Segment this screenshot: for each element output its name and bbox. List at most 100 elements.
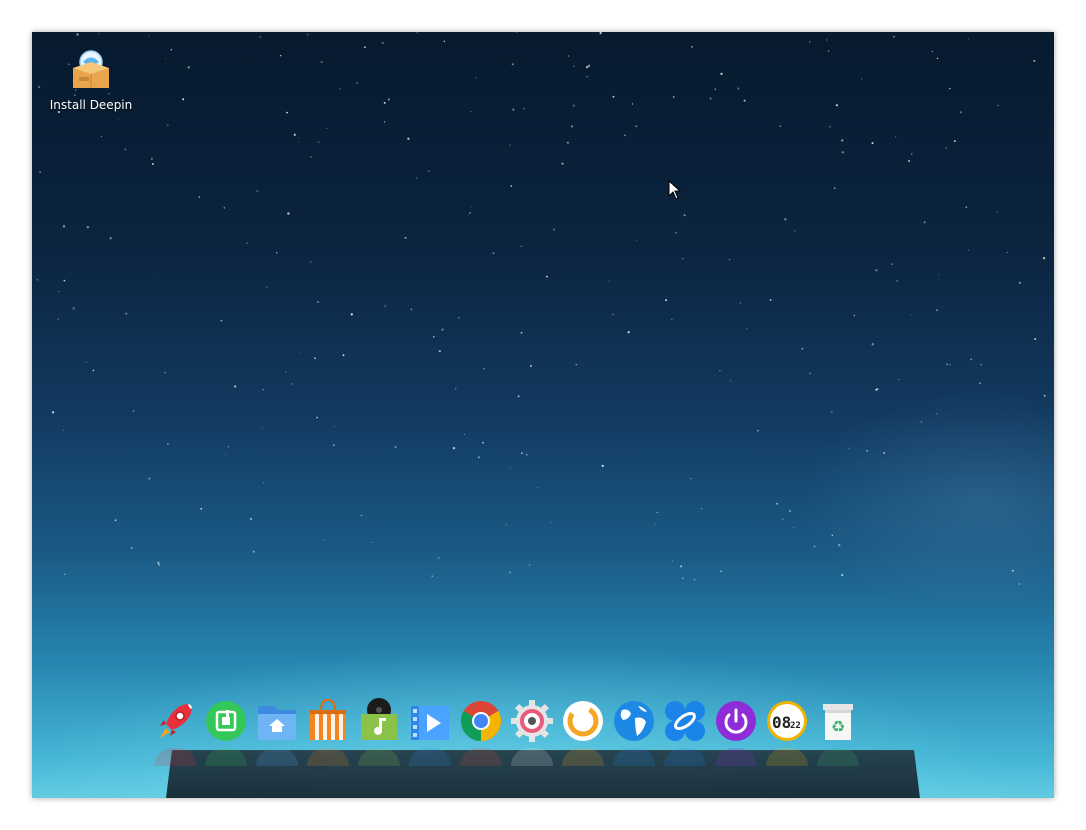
dock-item-remote-assistance[interactable] — [664, 698, 706, 744]
star — [682, 577, 684, 580]
dock-item-control-center[interactable] — [511, 698, 553, 744]
star — [198, 196, 201, 198]
star — [573, 65, 575, 68]
star — [936, 309, 938, 311]
star — [566, 141, 569, 144]
star — [835, 104, 839, 107]
star — [946, 363, 948, 365]
dock-reflection — [154, 748, 859, 766]
star — [471, 206, 473, 208]
star — [938, 274, 940, 276]
star — [896, 279, 899, 282]
star — [529, 365, 532, 367]
web-browser-globe-icon — [614, 701, 654, 741]
star — [383, 121, 386, 123]
movie-player-icon — [411, 706, 449, 740]
star — [545, 275, 548, 278]
star — [970, 358, 972, 361]
dock-item-movie[interactable] — [409, 698, 451, 744]
star — [364, 46, 366, 49]
star — [601, 464, 604, 468]
dock-reflection-item — [460, 748, 502, 766]
star — [458, 316, 460, 319]
star — [781, 518, 784, 521]
star — [266, 286, 268, 288]
desktop-wallpaper[interactable]: Install Deepin — [32, 32, 1054, 798]
star — [861, 78, 863, 80]
star — [416, 177, 418, 179]
dock-item-power[interactable] — [715, 698, 757, 744]
star — [384, 305, 387, 307]
svg-text:♻: ♻ — [831, 717, 845, 736]
star — [249, 517, 253, 521]
star — [57, 290, 60, 293]
dock-reflection-item — [664, 748, 706, 766]
star — [871, 343, 874, 346]
dock-item-chrome[interactable] — [460, 698, 502, 744]
star — [521, 452, 523, 455]
star — [700, 507, 703, 510]
screen-frame: Install Deepin — [32, 32, 1054, 798]
star — [332, 444, 335, 447]
star — [279, 54, 282, 57]
desktop-icon-install-deepin[interactable]: Install Deepin — [48, 48, 134, 120]
star — [132, 410, 135, 412]
star — [875, 269, 878, 272]
star — [728, 258, 731, 261]
star — [293, 133, 296, 136]
star — [410, 308, 413, 311]
star — [428, 170, 430, 172]
star — [477, 456, 480, 459]
star — [356, 82, 358, 84]
star — [467, 214, 469, 216]
desktop-icon-label: Install Deepin — [49, 98, 133, 112]
star — [690, 478, 692, 480]
star — [431, 575, 433, 577]
star — [523, 108, 525, 110]
star — [536, 487, 539, 489]
control-center-gear-icon — [511, 700, 553, 742]
star — [693, 578, 696, 581]
star — [808, 372, 812, 375]
dock-reflection-item — [817, 748, 859, 766]
star — [394, 446, 397, 448]
star — [965, 206, 968, 209]
star — [350, 313, 353, 316]
dock-item-app-store[interactable] — [307, 698, 349, 744]
dock-item-deepin-store[interactable] — [205, 698, 247, 744]
dock-item-file-manager[interactable] — [256, 698, 298, 744]
remote-assistance-icon — [665, 701, 705, 741]
star — [470, 110, 472, 112]
star — [114, 519, 117, 522]
star — [483, 368, 485, 370]
dock-item-web-browser[interactable] — [613, 698, 655, 744]
star — [779, 125, 781, 127]
star — [86, 226, 90, 229]
star — [151, 163, 154, 165]
star — [511, 63, 514, 66]
star — [980, 363, 983, 366]
star — [298, 142, 300, 144]
star — [72, 307, 75, 310]
star — [317, 141, 320, 143]
star — [784, 218, 787, 221]
dock-item-trash[interactable]: ♻ — [817, 698, 859, 744]
dock-item-launcher[interactable] — [154, 698, 196, 744]
star — [227, 445, 230, 448]
star — [893, 36, 895, 38]
star — [38, 86, 41, 88]
star — [737, 87, 740, 90]
dock-item-clock[interactable]: 08 22 — [766, 698, 808, 744]
dock-item-system-monitor[interactable] — [562, 698, 604, 744]
star — [463, 434, 465, 435]
deepin-store-green-icon — [206, 701, 246, 741]
star — [719, 370, 721, 372]
star — [875, 388, 878, 391]
star — [517, 395, 520, 398]
dock-item-music[interactable] — [358, 698, 400, 744]
star — [793, 229, 796, 232]
star — [165, 58, 167, 60]
star — [370, 542, 372, 544]
star — [654, 524, 656, 526]
star — [333, 425, 335, 427]
